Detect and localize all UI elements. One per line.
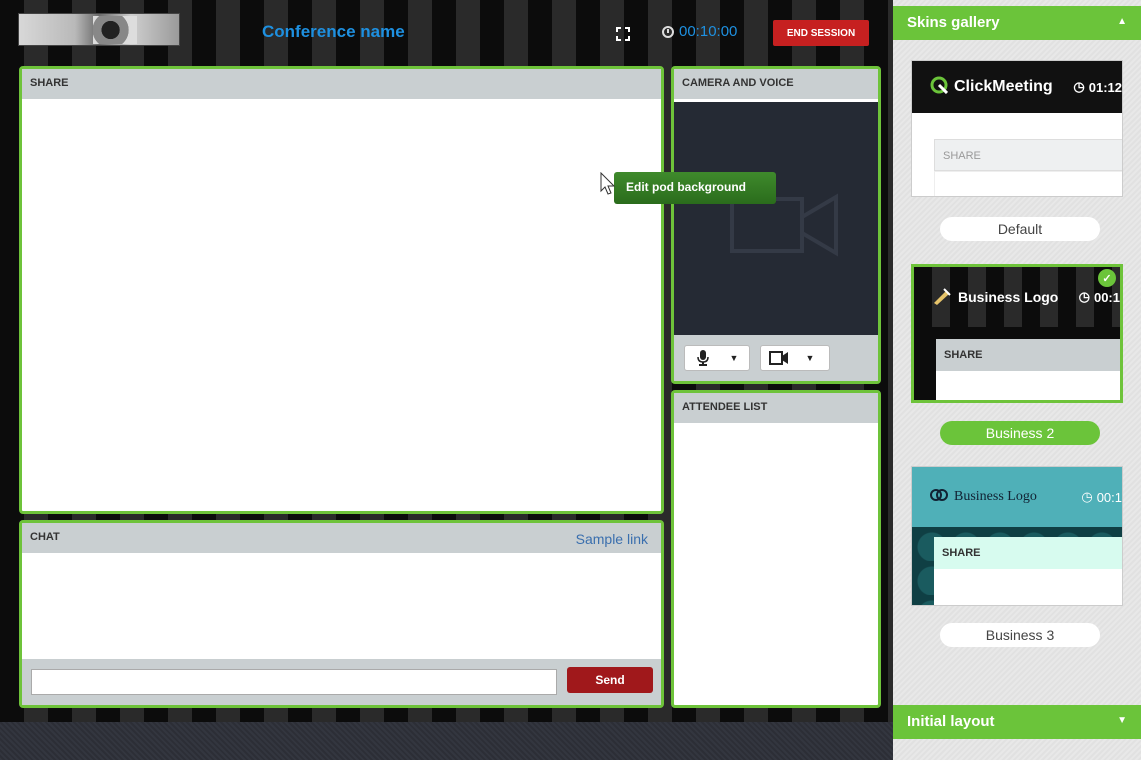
chevron-down-icon[interactable]: ▼: [721, 353, 747, 363]
skin-timer-value: 00:1: [1096, 489, 1122, 505]
send-button[interactable]: Send: [567, 667, 653, 693]
chat-pod[interactable]: CHAT Sample link Send: [19, 520, 664, 708]
camera-pod-title: CAMERA AND VOICE: [674, 69, 878, 99]
chevron-down-icon: ▼: [1117, 715, 1127, 726]
skin-preview-pod-body: [934, 171, 1122, 196]
skin-card-business-2[interactable]: Business Logo ◷ 00:1 SHARE ✓: [911, 264, 1123, 403]
business-logo-icon: [932, 287, 952, 308]
skin-preview-pod-body: [934, 569, 1122, 605]
skin-preview-timer: ◷ 00:1: [1078, 289, 1120, 305]
business-logo-icon: [930, 487, 948, 508]
skin-timer-value: 00:1: [1093, 289, 1120, 305]
cursor-icon: [600, 172, 616, 195]
bottom-strip: [0, 722, 893, 760]
selected-check-icon: ✓: [1098, 269, 1116, 287]
camera-view: [674, 102, 878, 338]
logo-image: [93, 16, 137, 44]
conference-logo: [18, 13, 180, 46]
skins-gallery-title: Skins gallery: [907, 14, 1000, 31]
chevron-down-icon[interactable]: ▼: [797, 353, 823, 363]
timer-value: 00:10:00: [679, 23, 738, 40]
skin-preview-pod-body: [936, 371, 1120, 400]
skin-card-default[interactable]: ClickMeeting ◷ 01:12 SHARE: [911, 60, 1123, 197]
chevron-up-icon: ▲: [1117, 16, 1127, 27]
skin-card-business-3[interactable]: Business Logo ◷ 00:1 SHARE: [911, 466, 1123, 606]
sample-link[interactable]: Sample link: [576, 531, 648, 547]
skin-name-business-2[interactable]: Business 2: [940, 421, 1100, 445]
camera-icon: [761, 351, 797, 365]
skin-logo-text: ClickMeeting: [954, 78, 1053, 95]
camera-voice-pod[interactable]: CAMERA AND VOICE ▼ ▼: [671, 66, 881, 384]
side-panel: Skins gallery ▲ ClickMeeting ◷ 01:12 SHA…: [893, 0, 1141, 760]
chat-message-input[interactable]: [31, 669, 557, 695]
skin-preview-timer: ◷ 01:12: [1073, 79, 1122, 95]
microphone-icon: [685, 350, 721, 366]
camera-controls: ▼ ▼: [674, 335, 878, 381]
skin-preview-header: ClickMeeting ◷ 01:12: [912, 61, 1122, 113]
chat-pod-title: CHAT: [30, 531, 60, 543]
chat-footer: Send: [22, 659, 661, 705]
skin-logo-text: Business Logo: [954, 489, 1037, 504]
fullscreen-icon[interactable]: [614, 25, 632, 43]
attendee-pod-title: ATTENDEE LIST: [674, 393, 878, 423]
skin-name-default[interactable]: Default: [940, 217, 1100, 241]
skin-preview-header: Business Logo ◷ 00:1: [914, 267, 1120, 327]
share-pod-title: SHARE: [22, 69, 661, 99]
skin-preview-pod-title: SHARE: [936, 339, 1120, 371]
share-pod[interactable]: SHARE: [19, 66, 664, 514]
skins-gallery-header[interactable]: Skins gallery ▲: [893, 6, 1141, 40]
skin-preview-timer: ◷ 00:1: [1081, 489, 1122, 505]
skin-preview-header: Business Logo ◷ 00:1: [912, 467, 1122, 527]
end-session-button[interactable]: END SESSION: [773, 20, 869, 46]
skin-logo-text: Business Logo: [958, 289, 1059, 305]
skin-preview-pod-title: SHARE: [934, 537, 1122, 569]
initial-layout-title: Initial layout: [907, 713, 995, 730]
skin-name-business-3[interactable]: Business 3: [940, 623, 1100, 647]
chat-pod-header: CHAT Sample link: [22, 523, 661, 553]
conference-name: Conference name: [262, 22, 405, 41]
attendee-list-pod[interactable]: ATTENDEE LIST: [671, 390, 881, 708]
session-timer: 00:10:00: [662, 23, 737, 40]
camera-button[interactable]: ▼: [760, 345, 830, 371]
initial-layout-header[interactable]: Initial layout ▼: [893, 705, 1141, 739]
microphone-button[interactable]: ▼: [684, 345, 750, 371]
edit-pod-background-tooltip[interactable]: Edit pod background: [614, 172, 776, 204]
clickmeeting-logo-icon: [930, 76, 949, 99]
skin-preview-pod-title: SHARE: [934, 139, 1122, 171]
skin-timer-value: 01:12: [1088, 79, 1122, 95]
clock-icon: [662, 25, 674, 38]
